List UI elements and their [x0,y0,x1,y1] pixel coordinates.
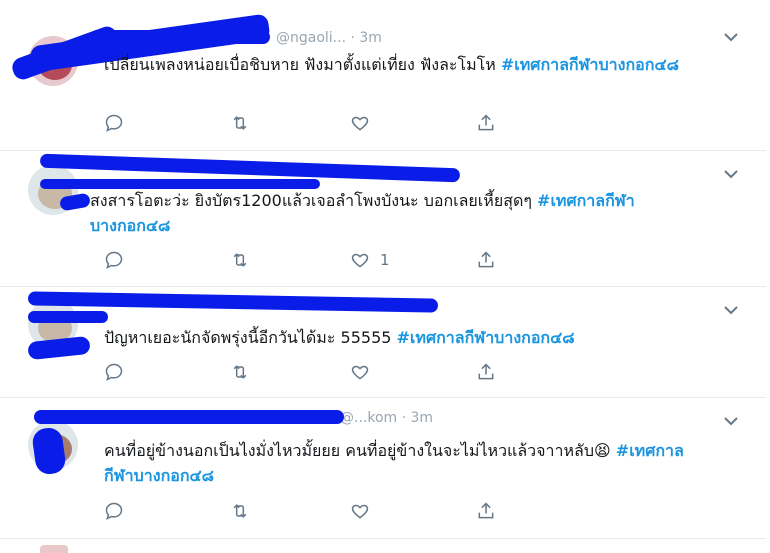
tweet-body: เปลี่ยนเพลงหน่อยเบื่อชิบหาย ฟังมาตั้งแต่… [104,55,501,74]
share-button[interactable] [476,112,496,134]
tweet-text: เปลี่ยนเพลงหน่อยเบื่อชิบหาย ฟังมาตั้งแต่… [104,52,704,77]
tweet-actions [104,500,524,522]
redaction-mark [28,311,108,323]
chevron-down-icon[interactable] [722,28,740,46]
retweet-icon [233,116,247,130]
heart-icon [351,504,369,519]
reply-button[interactable] [104,112,124,134]
share-icon [478,114,494,131]
reply-icon [105,251,123,269]
share-button[interactable] [476,361,496,383]
like-button[interactable]: 1 [350,249,390,271]
tweet-handle: @...kom · 3m [340,410,434,426]
retweet-button[interactable] [230,249,250,271]
retweet-icon [233,365,247,379]
reply-icon [105,363,123,381]
retweet-icon [233,504,247,518]
chevron-down-icon[interactable] [722,301,740,319]
like-button[interactable] [350,112,380,134]
share-icon [478,251,494,268]
retweet-button[interactable] [230,500,250,522]
tweet-4[interactable]: @...kom · 3m คนที่อยู่ข้างนอกเป็นไงมั่งไ… [0,398,766,539]
tweet-body: ปัญหาเยอะนักจัดพรุ่งนี้อีกวันได้มะ 55555 [104,328,397,347]
reply-button[interactable] [104,500,124,522]
tweet-1[interactable]: @ngaoli... · 3m เปลี่ยนเพลงหน่อยเบื่อชิบ… [0,0,766,151]
tweet-body: คนที่อยู่ข้างนอกเป็นไงมั่งไหวมั้ยยย คนที… [104,441,616,460]
heart-icon [351,253,369,268]
tweet-body: สงสารโอตะว่ะ ยิงบัตร1200แล้วเจอลำโพงบังน… [90,191,538,210]
retweet-icon [233,253,247,267]
tweet-2[interactable]: สงสารโอตะว่ะ ยิงบัตร1200แล้วเจอลำโพงบังน… [0,151,766,287]
hashtag-link[interactable]: #เทศกาลกีฬาบางกอก๔๘ [397,328,575,347]
tweet-handle: @ngaoli... · 3m [276,30,382,46]
next-tweet-avatar [40,545,68,553]
like-button[interactable] [350,361,380,383]
redaction-mark [27,291,439,313]
tweet-text: ปัญหาเยอะนักจัดพรุ่งนี้อีกวันได้มะ 55555… [104,325,704,350]
reply-icon [105,502,123,520]
retweet-button[interactable] [230,361,250,383]
chevron-down-icon[interactable] [722,412,740,430]
reply-icon [105,114,123,132]
heart-icon [351,116,369,131]
redaction-mark [90,30,270,44]
share-button[interactable] [476,249,496,271]
tweet-3[interactable]: ปัญหาเยอะนักจัดพรุ่งนี้อีกวันได้มะ 55555… [0,287,766,398]
tweet-actions: 1 [104,249,524,271]
tweet-actions [104,361,524,383]
redaction-mark [34,410,344,424]
chevron-down-icon[interactable] [722,165,740,183]
heart-icon [351,365,369,380]
hashtag-link[interactable]: #เทศกาลกีฬาบางกอก๔๘ [501,55,679,74]
share-icon [478,502,494,519]
reply-button[interactable] [104,361,124,383]
share-button[interactable] [476,500,496,522]
like-count: 1 [380,251,390,269]
tweet-text: สงสารโอตะว่ะ ยิงบัตร1200แล้วเจอลำโพงบังน… [90,188,690,238]
tweet-actions [104,112,524,134]
retweet-button[interactable] [230,112,250,134]
share-icon [478,363,494,380]
like-button[interactable] [350,500,380,522]
tweet-text: คนที่อยู่ข้างนอกเป็นไงมั่งไหวมั้ยยย คนที… [104,438,704,488]
reply-button[interactable] [104,249,124,271]
